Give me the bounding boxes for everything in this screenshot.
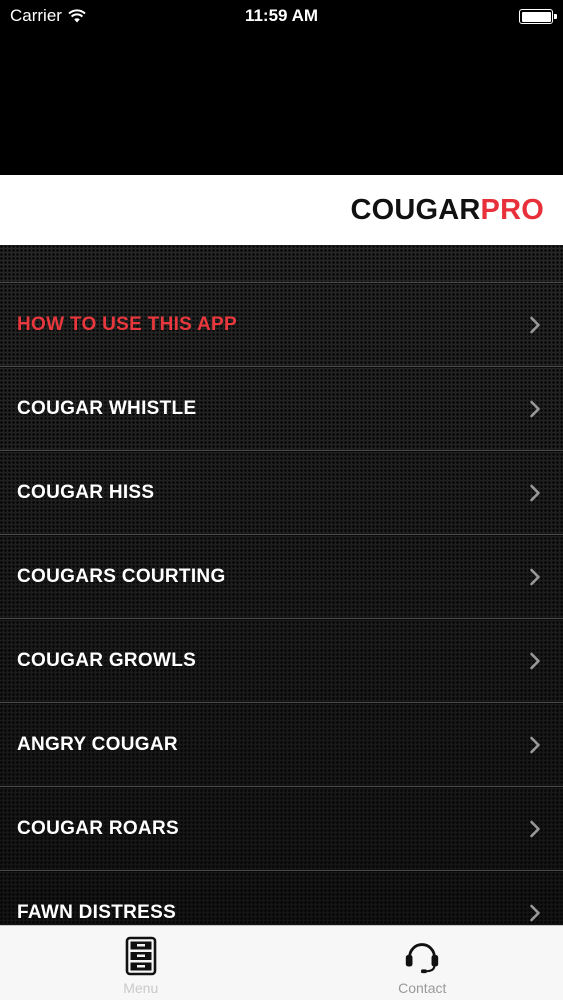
menu-item[interactable]: FAWN DISTRESS bbox=[0, 871, 563, 925]
chevron-right-icon bbox=[527, 567, 543, 587]
file-cabinet-icon bbox=[121, 934, 161, 978]
status-bar: Carrier 11:59 AM bbox=[0, 0, 563, 34]
menu-item-label: COUGAR HISS bbox=[17, 482, 155, 503]
sound-menu-list[interactable]: HOW TO USE THIS APP COUGAR WHISTLE COUGAR … bbox=[0, 245, 563, 925]
menu-item-label: COUGAR ROARS bbox=[17, 818, 179, 839]
headset-icon bbox=[402, 934, 442, 978]
chevron-right-icon bbox=[527, 483, 543, 503]
chevron-right-icon bbox=[527, 399, 543, 419]
tab-bar: Menu Contact bbox=[0, 925, 563, 1000]
status-time: 11:59 AM bbox=[244, 6, 319, 25]
header-banner bbox=[0, 34, 563, 175]
tab-menu[interactable]: Menu bbox=[0, 926, 282, 1000]
menu-item[interactable]: COUGAR ROARS bbox=[0, 787, 563, 871]
menu-item[interactable]: COUGAR WHISTLE bbox=[0, 367, 563, 451]
menu-item[interactable]: HOW TO USE THIS APP bbox=[0, 283, 563, 367]
brand-bar: COUGARPRO bbox=[0, 175, 563, 245]
battery-icon bbox=[519, 9, 557, 24]
menu-item[interactable]: COUGARS COURTING bbox=[0, 535, 563, 619]
chevron-right-icon bbox=[527, 651, 543, 671]
menu-item-label: ANGRY COUGAR bbox=[17, 734, 178, 755]
chevron-right-icon bbox=[527, 819, 543, 839]
menu-item-label: COUGAR GROWLS bbox=[17, 650, 197, 671]
menu-item-label: FAWN DISTRESS bbox=[17, 902, 177, 923]
menu-item-label: HOW TO USE THIS APP bbox=[17, 314, 237, 335]
menu-item[interactable]: COUGAR HISS bbox=[0, 451, 563, 535]
tab-menu-label: Menu bbox=[123, 980, 159, 996]
brand-logo-part-b: PRO bbox=[480, 193, 544, 226]
brand-logo: COUGARPRO bbox=[350, 194, 544, 227]
chevron-right-icon bbox=[527, 903, 543, 923]
brand-logo-part-a: COUGAR bbox=[350, 193, 481, 226]
chevron-right-icon bbox=[527, 735, 543, 755]
tab-contact-label: Contact bbox=[398, 980, 447, 996]
menu-item[interactable]: COUGAR GROWLS bbox=[0, 619, 563, 703]
chevron-right-icon bbox=[527, 315, 543, 335]
menu-item[interactable]: ANGRY COUGAR bbox=[0, 703, 563, 787]
menu-item-label: COUGARS COURTING bbox=[17, 566, 226, 587]
menu-item-label: COUGAR WHISTLE bbox=[17, 398, 197, 419]
tab-contact[interactable]: Contact bbox=[282, 926, 563, 1000]
menu-top-spacer bbox=[0, 245, 563, 283]
